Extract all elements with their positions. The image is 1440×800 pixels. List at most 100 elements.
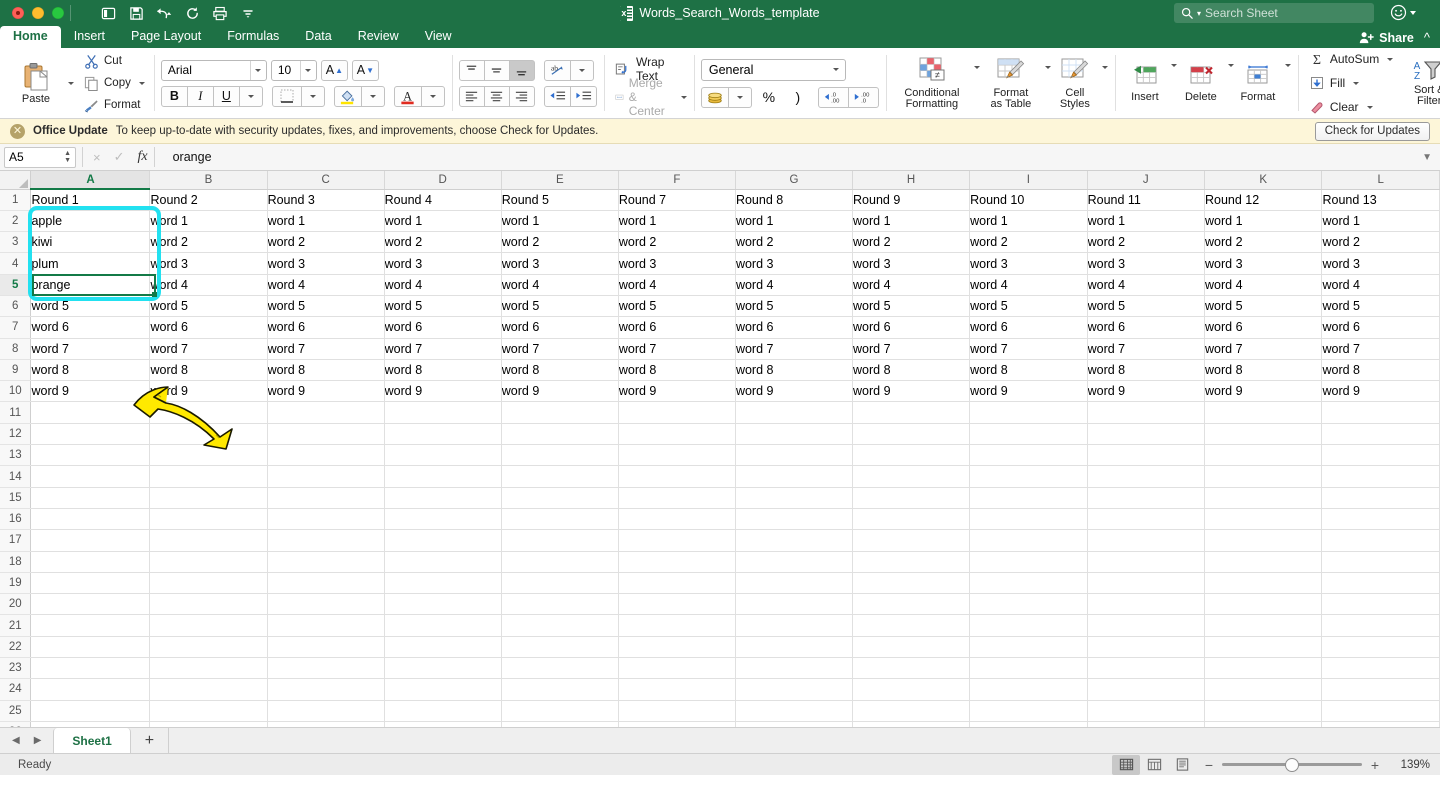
cell-J18[interactable]: [1087, 551, 1206, 573]
cell-G19[interactable]: [735, 572, 854, 595]
increase-decimal-button[interactable]: .0.00: [817, 86, 849, 108]
cell-C14[interactable]: [267, 465, 385, 488]
cell-D1[interactable]: Round 4: [384, 189, 502, 211]
cell-G22[interactable]: [735, 636, 854, 659]
cell-G26[interactable]: [735, 721, 854, 727]
cell-D17[interactable]: [384, 529, 502, 552]
cell-G12[interactable]: [735, 423, 854, 446]
cell-K14[interactable]: [1204, 465, 1323, 488]
cell-B16[interactable]: [149, 508, 268, 531]
cell-H9[interactable]: word 8: [852, 359, 971, 382]
cell-K21[interactable]: [1204, 614, 1323, 637]
accounting-dropdown-button[interactable]: [727, 86, 752, 108]
cell-G2[interactable]: word 1: [735, 210, 854, 233]
cell-C5[interactable]: word 4: [267, 274, 385, 296]
cell-A13[interactable]: [30, 444, 151, 467]
cell-A10[interactable]: word 9: [30, 380, 151, 403]
cell-J2[interactable]: word 1: [1087, 210, 1206, 233]
cell-H17[interactable]: [852, 529, 971, 552]
cell-H11[interactable]: [852, 401, 971, 424]
paste-button[interactable]: Paste: [7, 62, 65, 105]
name-box[interactable]: A5 ▲ ▼: [4, 146, 76, 168]
cell-I12[interactable]: [969, 423, 1088, 446]
cell-J8[interactable]: word 7: [1087, 338, 1206, 360]
cell-I25[interactable]: [969, 700, 1088, 722]
cell-E13[interactable]: [501, 444, 619, 467]
cell-L9[interactable]: word 8: [1321, 359, 1440, 382]
formula-input[interactable]: orange: [161, 150, 1422, 164]
cell-G17[interactable]: [735, 529, 854, 552]
cell-H24[interactable]: [852, 678, 971, 701]
cell-H20[interactable]: [852, 593, 971, 616]
cell-G24[interactable]: [735, 678, 854, 701]
row-header-9[interactable]: 9: [0, 359, 32, 382]
cell-E12[interactable]: [501, 423, 619, 446]
cell-G21[interactable]: [735, 614, 854, 637]
cell-F11[interactable]: [618, 401, 736, 424]
cell-H16[interactable]: [852, 508, 971, 531]
cell-A15[interactable]: [30, 487, 151, 509]
cell-C11[interactable]: [267, 401, 385, 424]
cell-B1[interactable]: Round 2: [149, 189, 268, 211]
feedback-smiley-button[interactable]: [1390, 4, 1416, 21]
cell-D9[interactable]: word 8: [384, 359, 502, 382]
cell-H2[interactable]: word 1: [852, 210, 971, 233]
cell-F12[interactable]: [618, 423, 736, 446]
cell-E11[interactable]: [501, 401, 619, 424]
cell-B11[interactable]: [149, 401, 268, 424]
cell-I3[interactable]: word 2: [969, 231, 1088, 254]
cell-C6[interactable]: word 5: [267, 295, 385, 318]
row-header-18[interactable]: 18: [0, 551, 32, 573]
cell-B22[interactable]: [149, 636, 268, 659]
search-area[interactable]: ▾ Search Sheet: [1174, 3, 1374, 23]
comma-format-button[interactable]: ): [786, 87, 810, 108]
cell-J10[interactable]: word 9: [1087, 380, 1206, 403]
cell-B5[interactable]: word 4: [149, 274, 268, 296]
format-cells-button[interactable]: Format: [1234, 64, 1282, 103]
row-header-23[interactable]: 23: [0, 657, 32, 680]
cell-B21[interactable]: [149, 614, 268, 637]
cell-H21[interactable]: [852, 614, 971, 637]
column-header-i[interactable]: I: [969, 171, 1088, 190]
row-header-16[interactable]: 16: [0, 508, 32, 531]
cell-G16[interactable]: [735, 508, 854, 531]
cell-G8[interactable]: word 7: [735, 338, 854, 360]
cell-G11[interactable]: [735, 401, 854, 424]
cell-L19[interactable]: [1321, 572, 1440, 595]
cell-H4[interactable]: word 3: [852, 252, 971, 275]
cell-E2[interactable]: word 1: [501, 210, 619, 233]
cell-L2[interactable]: word 1: [1321, 210, 1440, 233]
row-header-15[interactable]: 15: [0, 487, 32, 509]
bold-button[interactable]: B: [160, 85, 188, 107]
cell-K11[interactable]: [1204, 401, 1323, 424]
cell-C13[interactable]: [267, 444, 385, 467]
cell-J11[interactable]: [1087, 401, 1206, 424]
tab-page-layout[interactable]: Page Layout: [118, 26, 214, 48]
ribbon-collapse-chevron-icon[interactable]: ^: [1424, 30, 1430, 45]
zoom-slider[interactable]: [1222, 755, 1362, 775]
cell-C4[interactable]: word 3: [267, 252, 385, 275]
cell-E22[interactable]: [501, 636, 619, 659]
cell-I10[interactable]: word 9: [969, 380, 1088, 403]
cell-C24[interactable]: [267, 678, 385, 701]
cell-C16[interactable]: [267, 508, 385, 531]
cell-I6[interactable]: word 5: [969, 295, 1088, 318]
font-size-chevron-down-icon[interactable]: [299, 60, 316, 80]
cell-I23[interactable]: [969, 657, 1088, 680]
cell-B20[interactable]: [149, 593, 268, 616]
cell-A9[interactable]: word 8: [30, 359, 151, 382]
cell-F19[interactable]: [618, 572, 736, 595]
row-header-5[interactable]: 5: [0, 274, 32, 296]
add-sheet-button[interactable]: +: [131, 732, 168, 749]
cell-G6[interactable]: word 5: [735, 295, 854, 318]
cell-H5[interactable]: word 4: [852, 274, 971, 296]
font-family-select[interactable]: Arial: [160, 59, 267, 81]
row-header-24[interactable]: 24: [0, 678, 32, 701]
cell-J25[interactable]: [1087, 700, 1206, 722]
cell-L17[interactable]: [1321, 529, 1440, 552]
cell-F3[interactable]: word 2: [618, 231, 736, 254]
page-break-view-button[interactable]: [1168, 755, 1196, 775]
row-header-12[interactable]: 12: [0, 423, 32, 446]
cell-E24[interactable]: [501, 678, 619, 701]
redo-icon[interactable]: [179, 2, 205, 24]
